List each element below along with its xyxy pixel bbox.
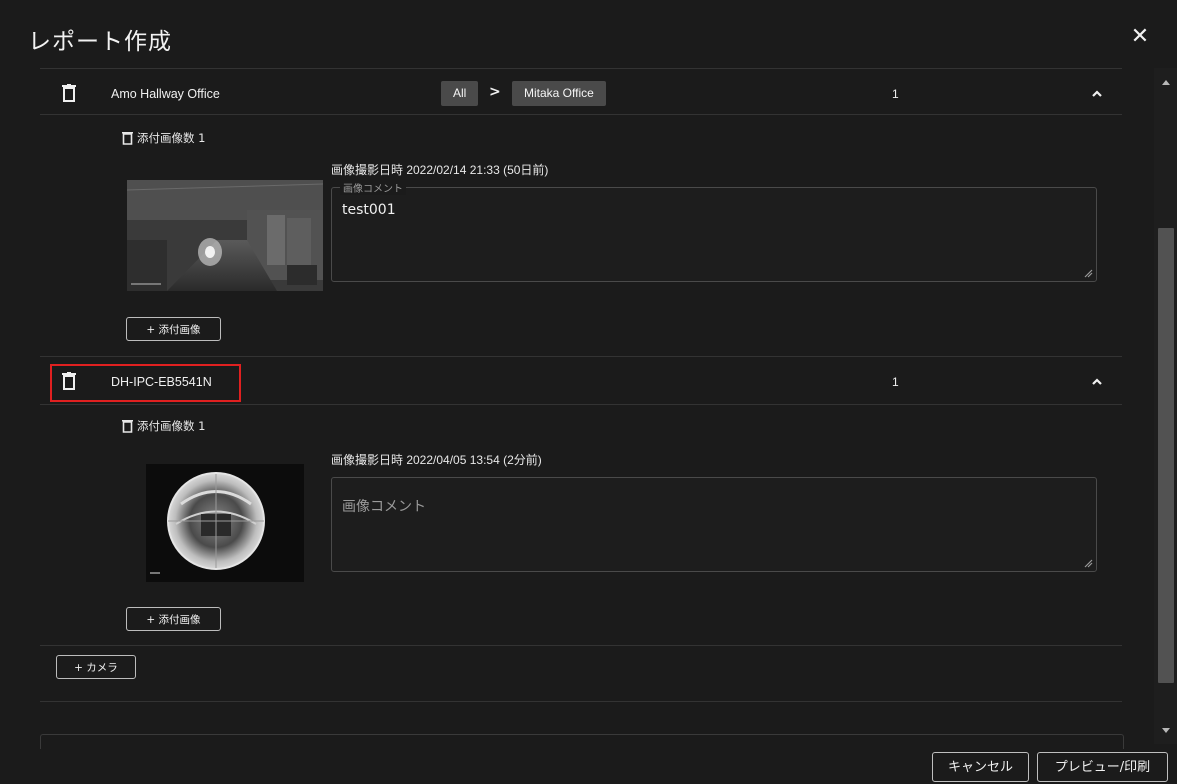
cancel-button[interactable]: キャンセル <box>932 752 1029 782</box>
divider <box>40 114 1122 115</box>
divider <box>40 404 1122 405</box>
close-icon[interactable]: ✕ <box>1127 24 1153 50</box>
image-thumbnail[interactable] <box>146 464 304 582</box>
next-section-frame <box>40 734 1124 749</box>
trash-icon <box>122 132 133 145</box>
add-camera-button[interactable]: + カメラ <box>56 655 136 679</box>
image-comment-field[interactable]: 画像コメント test001 <box>331 180 1097 282</box>
dialog-title: レポート作成 <box>28 29 172 55</box>
dialog-header: レポート作成 ✕ <box>0 0 1177 68</box>
divider <box>40 68 1122 69</box>
attach-count: 添付画像数 1 <box>122 130 205 146</box>
divider <box>40 645 1122 646</box>
breadcrumb-separator-icon: > <box>489 84 501 100</box>
divider <box>40 701 1122 702</box>
report-content: Amo Hallway Office All > Mitaka Office 1… <box>0 68 1154 744</box>
breadcrumb-all[interactable]: All <box>441 81 479 106</box>
breadcrumb-location[interactable]: Mitaka Office <box>512 81 606 106</box>
delete-camera-icon[interactable] <box>62 84 76 102</box>
capture-datetime: 画像撮影日時 2022/04/05 13:54 (2分前) <box>331 453 542 467</box>
scroll-up-icon[interactable] <box>1162 80 1170 85</box>
trash-icon <box>122 420 133 433</box>
attach-count-label: 添付画像数 1 <box>137 131 206 145</box>
comment-placeholder: 画像コメント <box>342 499 426 515</box>
image-comment-field[interactable]: 画像コメント <box>331 477 1097 572</box>
resize-grip-icon[interactable] <box>1084 559 1093 568</box>
comment-field-label: 画像コメント <box>340 180 406 195</box>
collapse-chevron-up-icon[interactable] <box>1089 86 1105 102</box>
camera-name: DH-IPC-EB5541N <box>111 375 212 389</box>
vertical-scrollbar[interactable] <box>1154 68 1177 744</box>
add-image-button[interactable]: + 添付画像 <box>126 317 221 341</box>
divider <box>40 356 1122 357</box>
delete-camera-icon[interactable] <box>62 372 76 390</box>
attach-count: 添付画像数 1 <box>122 418 205 434</box>
scroll-down-icon[interactable] <box>1162 728 1170 733</box>
capture-datetime: 画像撮影日時 2022/02/14 21:33 (50日前) <box>331 163 549 177</box>
comment-value: test001 <box>342 202 396 218</box>
image-count: 1 <box>892 87 899 101</box>
scroll-thumb[interactable] <box>1158 228 1174 683</box>
preview-print-button[interactable]: プレビュー/印刷 <box>1037 752 1168 782</box>
camera-name: Amo Hallway Office <box>111 87 220 101</box>
image-count: 1 <box>892 375 899 389</box>
collapse-chevron-up-icon[interactable] <box>1089 374 1105 390</box>
attach-count-label: 添付画像数 1 <box>137 419 206 433</box>
resize-grip-icon[interactable] <box>1084 269 1093 278</box>
image-thumbnail[interactable] <box>127 180 323 291</box>
add-image-button[interactable]: + 添付画像 <box>126 607 221 631</box>
